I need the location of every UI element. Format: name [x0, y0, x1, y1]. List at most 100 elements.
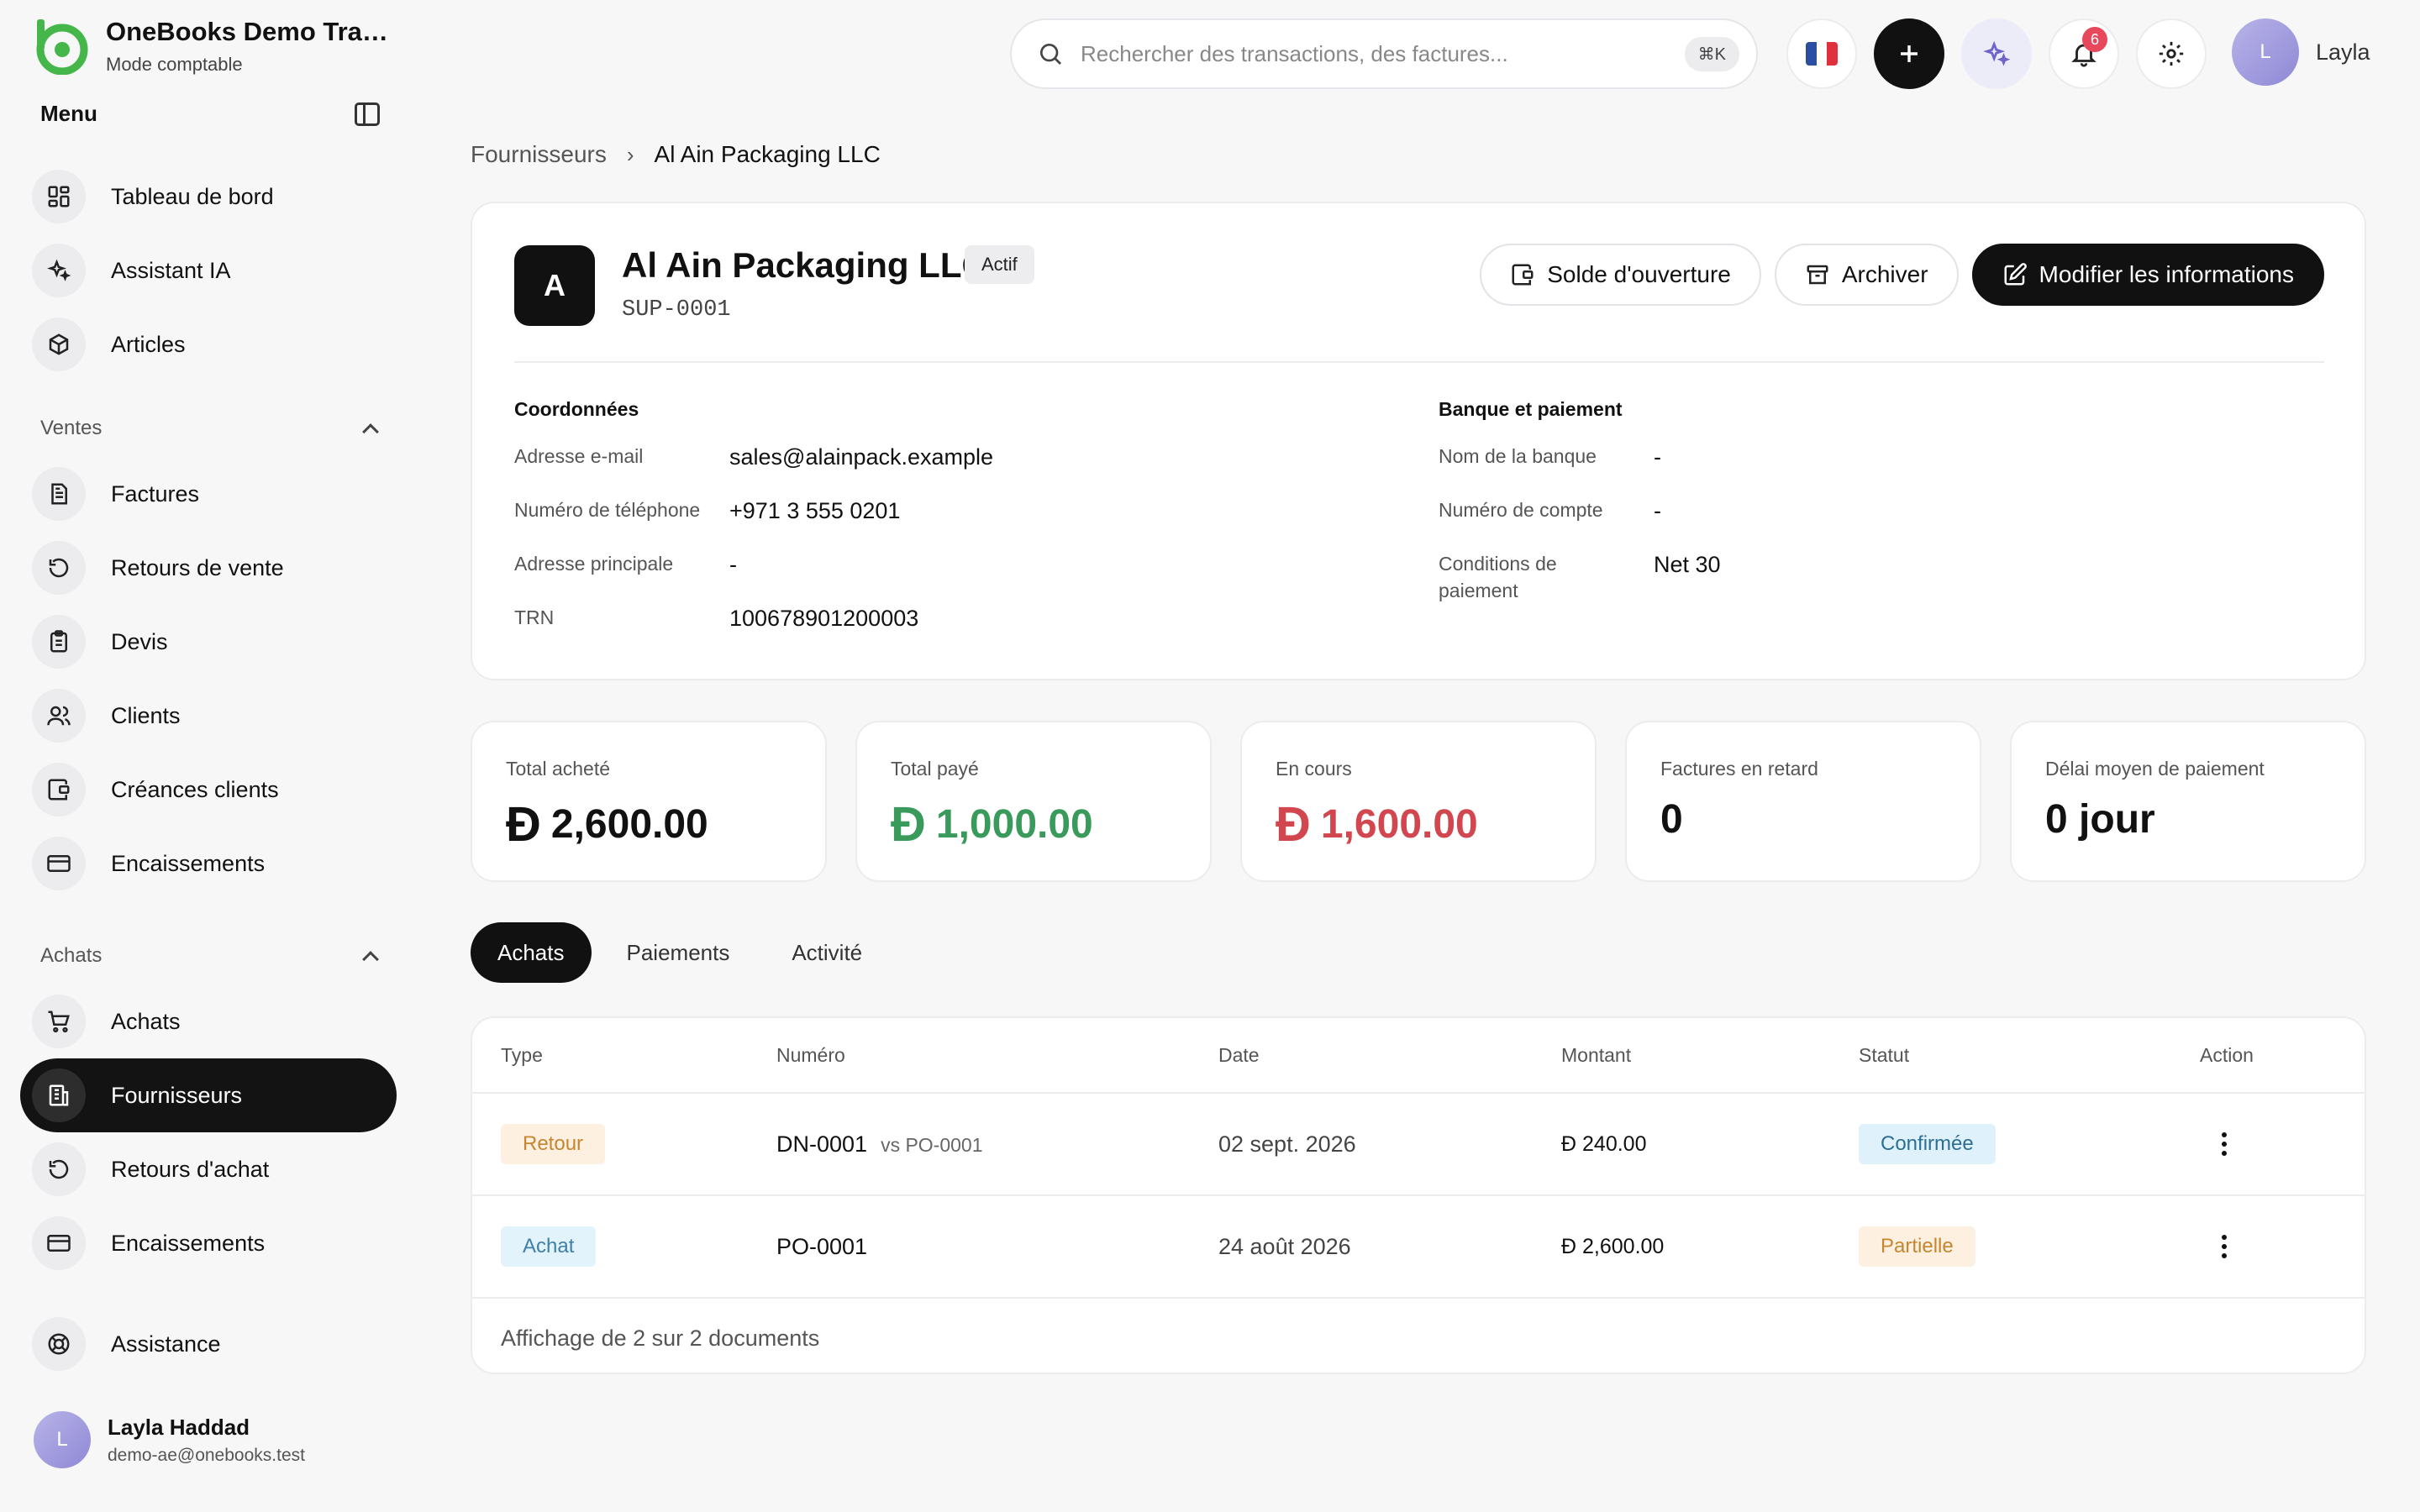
breadcrumb-current: Al Ain Packaging LLC [654, 141, 881, 167]
box-icon [32, 318, 86, 371]
stat-value: Đ 1,000.00 [891, 796, 1093, 853]
avatar: L [34, 1411, 91, 1468]
top-user-menu[interactable]: L Layla [2232, 18, 2370, 86]
status-badge: Confirmée [1859, 1124, 1996, 1164]
trn-value: 100678901200003 [729, 606, 919, 631]
nav-section-purchases: Achats Achats Fournisseurs Retours d'ach… [20, 934, 397, 1280]
status-cell: Confirmée [1859, 1124, 1996, 1164]
nav-support: Assistance [20, 1307, 397, 1381]
divider [514, 361, 2324, 363]
sidebar-item-purchases[interactable]: Achats [20, 984, 397, 1058]
sidebar-item-articles[interactable]: Articles [20, 307, 397, 381]
sidebar-item-dashboard[interactable]: Tableau de bord [20, 160, 397, 234]
type-cell: Retour [501, 1124, 606, 1164]
column-header: Date [1218, 1043, 1260, 1066]
stat-label: Délai moyen de paiement [2045, 758, 2265, 780]
sidebar-item-ai-assistant[interactable]: Assistant IA [20, 234, 397, 307]
settings-button[interactable] [2136, 18, 2207, 89]
chevron-right-icon: › [626, 141, 634, 167]
building-icon [32, 1068, 86, 1122]
supplier-card: A Al Ain Packaging LLC Actif SUP-0001 So… [471, 202, 2366, 680]
archive-button[interactable]: Archiver [1774, 244, 1959, 306]
tabs: Achats Paiements Activité [471, 922, 889, 983]
stat-total-purchased: Total acheté Đ 2,600.00 [471, 721, 827, 882]
supplier-name: Al Ain Packaging LLC [622, 245, 987, 285]
more-actions-icon[interactable] [2222, 1132, 2227, 1156]
search-icon [1040, 44, 1061, 65]
tab-payments[interactable]: Paiements [600, 922, 757, 983]
contact-section: Coordonnées Adresse e-mail sales@alainpa… [514, 398, 993, 658]
sidebar-item-suppliers[interactable]: Fournisseurs [20, 1058, 397, 1132]
section-header-sales[interactable]: Ventes [20, 407, 397, 450]
info-row: Numéro de téléphone +971 3 555 0201 [514, 496, 993, 550]
sidebar-item-label: Encaissements [111, 850, 266, 876]
france-flag-icon [1806, 42, 1838, 66]
info-row: Nom de la banque - [1439, 443, 1721, 496]
sidebar-item-clients[interactable]: Clients [20, 679, 397, 753]
status-cell: Partielle [1859, 1226, 1975, 1267]
sidebar-item-label: Assistance [111, 1331, 221, 1357]
sidebar-item-sales-returns[interactable]: Retours de vente [20, 531, 397, 605]
return-icon [32, 1142, 86, 1196]
type-cell: Achat [501, 1226, 597, 1267]
type-badge: Retour [501, 1124, 606, 1164]
sidebar-item-label: Retours de vente [111, 554, 284, 580]
document-number[interactable]: PO-0001 [776, 1234, 867, 1259]
search-bar[interactable]: ⌘K [1010, 18, 1758, 89]
brand[interactable]: OneBooks Demo Trading Mode comptable [32, 17, 392, 76]
opening-balance-button[interactable]: Solde d'ouverture [1480, 244, 1761, 306]
search-shortcut: ⌘K [1684, 36, 1739, 71]
onebooks-logo-icon [36, 19, 88, 75]
chevron-up-icon [362, 423, 379, 440]
sidebar-item-label: Articles [111, 331, 186, 357]
section-header-purchases[interactable]: Achats [20, 934, 397, 978]
menu-title: Menu [40, 101, 97, 126]
breadcrumb: Fournisseurs › Al Ain Packaging LLC [471, 141, 881, 168]
email-value[interactable]: sales@alainpack.example [729, 443, 993, 471]
info-label: Nom de la banque [1439, 445, 1597, 467]
ai-assistant-button[interactable] [1961, 18, 2032, 89]
sidebar-item-label: Clients [111, 702, 181, 728]
payment-terms-value: Net 30 [1654, 552, 1721, 577]
column-header: Action [2200, 1043, 2254, 1066]
tab-purchases[interactable]: Achats [471, 922, 592, 983]
dirham-icon: Đ [1561, 1131, 1577, 1156]
table-row[interactable]: Achat PO-0001 24 août 2026 Đ 2,600.00 Pa… [472, 1196, 2365, 1299]
company-mode: Mode comptable [106, 54, 243, 75]
sidebar-toggle-icon[interactable] [355, 102, 380, 126]
stat-amount: 1,600.00 [1320, 802, 1478, 847]
stat-amount: 2,600.00 [550, 802, 708, 847]
edit-info-button[interactable]: Modifier les informations [1971, 244, 2324, 306]
notifications-button[interactable]: 6 [2049, 18, 2119, 89]
company-name: OneBooks Demo Trading [106, 17, 392, 46]
sparkles-icon [32, 244, 86, 297]
user-name: Layla Haddad [108, 1414, 250, 1440]
table-row[interactable]: Retour DN-0001 vs PO-0001 02 sept. 2026 Đ… [472, 1094, 2365, 1196]
document-number[interactable]: DN-0001 [776, 1131, 867, 1157]
number-cell: DN-0001 vs PO-0001 [776, 1131, 983, 1158]
sidebar-item-collections-sales[interactable]: Encaissements [20, 827, 397, 900]
quote-icon [32, 615, 86, 669]
search-input[interactable] [1081, 40, 1685, 67]
wallet-icon [1512, 264, 1534, 286]
button-label: Modifier les informations [2039, 261, 2294, 287]
sidebar-item-quotes[interactable]: Devis [20, 605, 397, 679]
breadcrumb-parent[interactable]: Fournisseurs [471, 141, 607, 168]
sidebar-item-collections-purchases[interactable]: Encaissements [20, 1206, 397, 1280]
edit-icon [2004, 263, 2027, 286]
language-button[interactable] [1786, 18, 1857, 89]
sidebar-item-purchase-returns[interactable]: Retours d'achat [20, 1132, 397, 1206]
sidebar-item-support[interactable]: Assistance [20, 1307, 397, 1381]
amount-cell: Đ 2,600.00 [1561, 1235, 1664, 1259]
button-label: Archiver [1841, 261, 1928, 287]
create-button[interactable] [1874, 18, 1944, 89]
sidebar-item-invoices[interactable]: Factures [20, 457, 397, 531]
more-actions-icon[interactable] [2222, 1235, 2227, 1258]
address-value: - [729, 552, 737, 577]
info-label: Numéro de téléphone [514, 499, 701, 521]
sidebar-item-receivables[interactable]: Créances clients [20, 753, 397, 827]
amount-value: 240.00 [1582, 1131, 1647, 1156]
user-profile[interactable]: L Layla Haddad demo-ae@onebooks.test [34, 1411, 305, 1468]
sidebar-item-label: Factures [111, 480, 200, 507]
tab-activity[interactable]: Activité [765, 922, 889, 983]
